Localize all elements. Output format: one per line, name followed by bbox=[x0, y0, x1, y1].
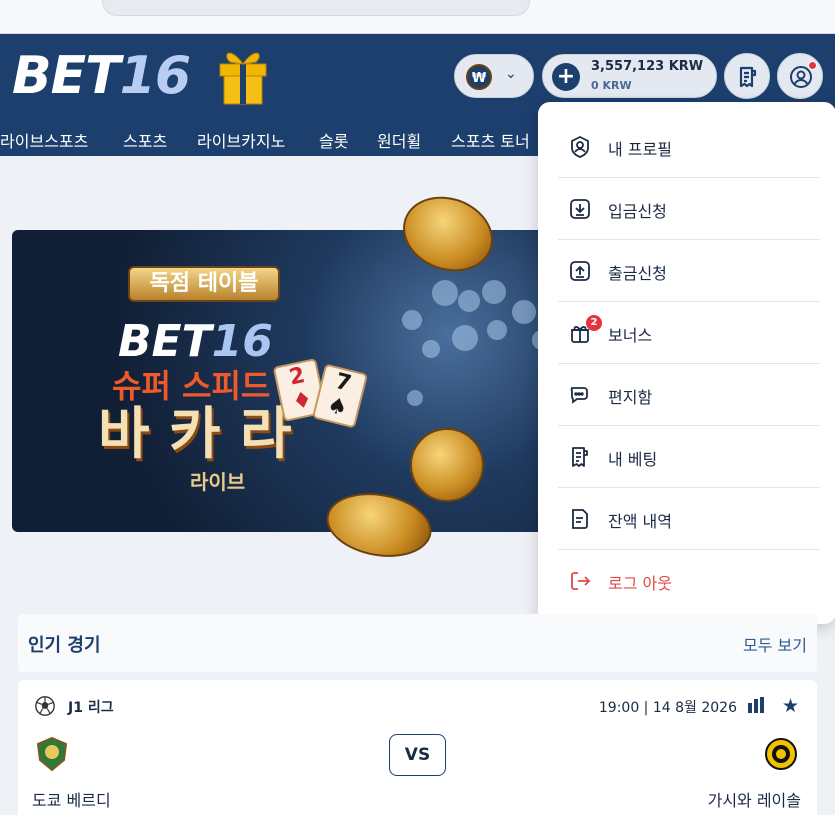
menu-label: 입금신청 bbox=[608, 202, 667, 221]
gift-icon[interactable] bbox=[216, 42, 270, 106]
menu-item-logout[interactable]: 로그 아웃 bbox=[558, 550, 820, 612]
card-spade-rank: 7 bbox=[332, 368, 354, 397]
menu-label: 내 프로필 bbox=[608, 140, 672, 159]
exclusive-table-badge: 독점 테이블 bbox=[128, 266, 280, 302]
profile-icon bbox=[571, 135, 589, 158]
soccer-ball-icon bbox=[35, 696, 55, 716]
league-name: J1 리그 bbox=[68, 700, 114, 716]
receipt-icon bbox=[739, 66, 757, 88]
withdraw-icon bbox=[570, 261, 590, 281]
home-team-name: 도쿄 베르디 bbox=[32, 791, 111, 810]
messages-icon bbox=[570, 387, 588, 404]
logo-number: 16 bbox=[119, 46, 191, 106]
logout-icon bbox=[571, 572, 591, 590]
card-diamond-rank: 2 bbox=[287, 362, 308, 391]
browser-bar bbox=[0, 0, 835, 34]
see-all-link[interactable]: 모두 보기 bbox=[743, 632, 807, 656]
balance-amount: 3,557,123 KRW bbox=[591, 59, 704, 74]
banner-title: 바 카 라 bbox=[98, 402, 292, 467]
profile-menu-button[interactable] bbox=[777, 53, 823, 99]
nav-item-slots[interactable]: 슬롯 bbox=[319, 128, 348, 152]
site-logo[interactable]: BET16 bbox=[12, 46, 191, 106]
menu-item-deposit[interactable]: 입금신청 bbox=[558, 178, 820, 240]
away-team-name: 가시와 레이솔 bbox=[707, 791, 801, 810]
currency-selector[interactable]: ₩ ⌄ bbox=[454, 54, 534, 98]
menu-item-bonus[interactable]: 2 보너스 bbox=[558, 302, 820, 364]
banner-live-label: 라이브 bbox=[190, 470, 246, 494]
plus-icon: + bbox=[552, 63, 580, 91]
menu-item-profile[interactable]: 내 프로필 bbox=[558, 116, 820, 178]
deposit-icon bbox=[570, 199, 590, 219]
betslip-button[interactable] bbox=[724, 53, 770, 99]
nav-item-sports[interactable]: 스포츠 bbox=[123, 128, 167, 152]
away-team-logo bbox=[765, 738, 797, 770]
versus-label: VS bbox=[389, 734, 446, 776]
stats-icon[interactable] bbox=[747, 697, 765, 713]
address-bar[interactable] bbox=[102, 0, 530, 16]
coin-middle bbox=[410, 428, 484, 502]
menu-label: 편지함 bbox=[608, 388, 653, 407]
menu-item-balance-history[interactable]: 잔액 내역 bbox=[558, 488, 820, 550]
notification-dot bbox=[808, 61, 817, 70]
won-icon: ₩ bbox=[466, 64, 492, 90]
section-title: 인기 경기 bbox=[28, 635, 101, 656]
banner-headline: 슈퍼 스피드 bbox=[112, 367, 271, 405]
match-card[interactable]: J1 리그 19:00 | 14 8월 2026 ★ VS 도쿄 베르디 가시와… bbox=[18, 680, 817, 815]
menu-label: 로그 아웃 bbox=[608, 574, 672, 593]
chevron-down-icon: ⌄ bbox=[505, 66, 517, 82]
nav-item-sports-tournament[interactable]: 스포츠 토너 bbox=[451, 128, 530, 152]
user-dropdown-menu: 내 프로필 입금신청 출금신청 2 보너스 편지함 내 베팅 잔액 내역 로그 … bbox=[538, 102, 835, 624]
nav-item-live-casino[interactable]: 라이브카지노 bbox=[197, 128, 285, 152]
menu-label: 내 베팅 bbox=[608, 450, 658, 469]
menu-label: 출금신청 bbox=[608, 264, 667, 283]
banner-logo-number: 16 bbox=[211, 316, 273, 367]
banner-logo-text: BET bbox=[118, 316, 212, 367]
menu-item-my-bets[interactable]: 내 베팅 bbox=[558, 426, 820, 488]
nav-item-wonder-wheel[interactable]: 원더휠 bbox=[377, 128, 421, 152]
match-time: 19:00 | 14 8월 2026 bbox=[598, 700, 737, 716]
popular-matches-header: 인기 경기 모두 보기 bbox=[18, 614, 817, 672]
nav-item-live-sports[interactable]: 라이브스포츠 bbox=[0, 128, 88, 152]
banner-logo: BET16 bbox=[118, 318, 273, 366]
bonus-count-badge: 2 bbox=[586, 315, 602, 331]
bonus-balance: 0 KRW bbox=[591, 79, 632, 92]
menu-item-messages[interactable]: 편지함 bbox=[558, 364, 820, 426]
menu-label: 잔액 내역 bbox=[608, 512, 672, 531]
menu-label: 보너스 bbox=[608, 326, 653, 345]
logo-text: BET bbox=[12, 46, 121, 106]
balance-button[interactable]: + 3,557,123 KRW 0 KRW bbox=[542, 54, 717, 98]
favorite-star-icon[interactable]: ★ bbox=[782, 695, 799, 717]
home-team-logo bbox=[36, 736, 68, 772]
menu-item-withdraw[interactable]: 출금신청 bbox=[558, 240, 820, 302]
document-icon bbox=[572, 509, 588, 529]
receipt-icon bbox=[572, 447, 588, 467]
